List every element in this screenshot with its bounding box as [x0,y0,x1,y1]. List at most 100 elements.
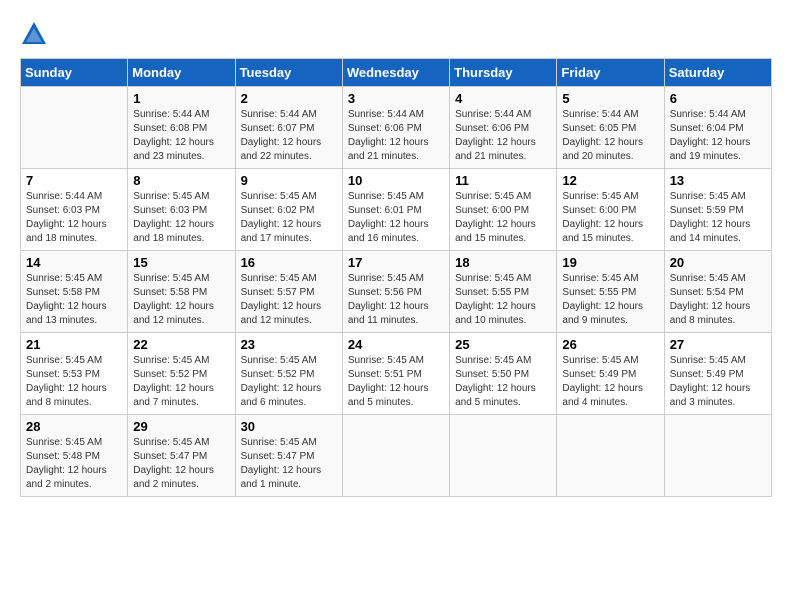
day-info: Sunrise: 5:45 AM Sunset: 5:55 PM Dayligh… [455,272,551,328]
day-info: Sunrise: 5:45 AM Sunset: 5:48 PM Dayligh… [26,436,122,492]
day-cell: 27 Sunrise: 5:45 AM Sunset: 5:49 PM Dayli… [664,333,771,415]
day-info: Sunrise: 5:45 AM Sunset: 6:02 PM Dayligh… [241,190,337,246]
day-number: 3 [348,91,444,106]
day-cell: 20 Sunrise: 5:45 AM Sunset: 5:54 PM Dayli… [664,251,771,333]
day-info: Sunrise: 5:45 AM Sunset: 5:52 PM Dayligh… [133,354,229,410]
day-info: Sunrise: 5:45 AM Sunset: 5:49 PM Dayligh… [562,354,658,410]
weekday-header-saturday: Saturday [664,59,771,87]
day-info: Sunrise: 5:45 AM Sunset: 6:00 PM Dayligh… [562,190,658,246]
page-header [20,20,772,48]
day-cell [450,415,557,497]
day-number: 22 [133,337,229,352]
day-info: Sunrise: 5:44 AM Sunset: 6:05 PM Dayligh… [562,108,658,164]
day-number: 15 [133,255,229,270]
day-info: Sunrise: 5:45 AM Sunset: 5:47 PM Dayligh… [241,436,337,492]
day-cell: 28 Sunrise: 5:45 AM Sunset: 5:48 PM Dayli… [21,415,128,497]
day-number: 7 [26,173,122,188]
day-number: 21 [26,337,122,352]
day-number: 10 [348,173,444,188]
day-cell [21,87,128,169]
weekday-header-sunday: Sunday [21,59,128,87]
logo [20,20,52,48]
day-cell: 2 Sunrise: 5:44 AM Sunset: 6:07 PM Daylig… [235,87,342,169]
day-cell: 17 Sunrise: 5:45 AM Sunset: 5:56 PM Dayli… [342,251,449,333]
logo-icon [20,20,48,48]
weekday-header-tuesday: Tuesday [235,59,342,87]
day-cell: 3 Sunrise: 5:44 AM Sunset: 6:06 PM Daylig… [342,87,449,169]
day-info: Sunrise: 5:44 AM Sunset: 6:06 PM Dayligh… [348,108,444,164]
day-cell: 24 Sunrise: 5:45 AM Sunset: 5:51 PM Dayli… [342,333,449,415]
day-cell: 5 Sunrise: 5:44 AM Sunset: 6:05 PM Daylig… [557,87,664,169]
day-number: 23 [241,337,337,352]
day-number: 20 [670,255,766,270]
weekday-header-friday: Friday [557,59,664,87]
day-cell: 11 Sunrise: 5:45 AM Sunset: 6:00 PM Dayli… [450,169,557,251]
day-number: 19 [562,255,658,270]
day-info: Sunrise: 5:45 AM Sunset: 5:54 PM Dayligh… [670,272,766,328]
day-number: 1 [133,91,229,106]
day-cell: 16Sunrise: 5:45 AM Sunset: 5:57 PM Dayli… [235,251,342,333]
day-cell: 29 Sunrise: 5:45 AM Sunset: 5:47 PM Dayli… [128,415,235,497]
day-cell: 30Sunrise: 5:45 AM Sunset: 5:47 PM Dayli… [235,415,342,497]
day-info: Sunrise: 5:45 AM Sunset: 5:56 PM Dayligh… [348,272,444,328]
week-row-1: 1 Sunrise: 5:44 AM Sunset: 6:08 PM Daylig… [21,87,772,169]
day-info: Sunrise: 5:44 AM Sunset: 6:07 PM Dayligh… [241,108,337,164]
day-number: 28 [26,419,122,434]
weekday-header-thursday: Thursday [450,59,557,87]
day-number: 12 [562,173,658,188]
day-cell: 21 Sunrise: 5:45 AM Sunset: 5:53 PM Dayli… [21,333,128,415]
week-row-5: 28 Sunrise: 5:45 AM Sunset: 5:48 PM Dayli… [21,415,772,497]
day-number: 14 [26,255,122,270]
day-info: Sunrise: 5:45 AM Sunset: 5:51 PM Dayligh… [348,354,444,410]
day-number: 17 [348,255,444,270]
day-info: Sunrise: 5:44 AM Sunset: 6:03 PM Dayligh… [26,190,122,246]
day-info: Sunrise: 5:45 AM Sunset: 5:58 PM Dayligh… [26,272,122,328]
day-info: Sunrise: 5:45 AM Sunset: 5:59 PM Dayligh… [670,190,766,246]
day-cell [557,415,664,497]
day-cell: 18Sunrise: 5:45 AM Sunset: 5:55 PM Dayli… [450,251,557,333]
day-info: Sunrise: 5:45 AM Sunset: 5:55 PM Dayligh… [562,272,658,328]
week-row-2: 7 Sunrise: 5:44 AM Sunset: 6:03 PM Daylig… [21,169,772,251]
day-cell: 25Sunrise: 5:45 AM Sunset: 5:50 PM Dayli… [450,333,557,415]
day-info: Sunrise: 5:45 AM Sunset: 6:00 PM Dayligh… [455,190,551,246]
day-cell: 10 Sunrise: 5:45 AM Sunset: 6:01 PM Dayli… [342,169,449,251]
day-info: Sunrise: 5:45 AM Sunset: 6:03 PM Dayligh… [133,190,229,246]
day-number: 29 [133,419,229,434]
day-cell: 8 Sunrise: 5:45 AM Sunset: 6:03 PM Daylig… [128,169,235,251]
day-number: 11 [455,173,551,188]
day-number: 4 [455,91,551,106]
day-info: Sunrise: 5:44 AM Sunset: 6:08 PM Dayligh… [133,108,229,164]
day-info: Sunrise: 5:45 AM Sunset: 5:47 PM Dayligh… [133,436,229,492]
day-info: Sunrise: 5:45 AM Sunset: 6:01 PM Dayligh… [348,190,444,246]
day-number: 27 [670,337,766,352]
day-number: 24 [348,337,444,352]
day-info: Sunrise: 5:45 AM Sunset: 5:57 PM Dayligh… [241,272,337,328]
day-cell: 6Sunrise: 5:44 AM Sunset: 6:04 PM Daylig… [664,87,771,169]
day-info: Sunrise: 5:45 AM Sunset: 5:49 PM Dayligh… [670,354,766,410]
day-info: Sunrise: 5:45 AM Sunset: 5:53 PM Dayligh… [26,354,122,410]
day-cell [342,415,449,497]
day-number: 9 [241,173,337,188]
day-number: 2 [241,91,337,106]
day-cell: 26 Sunrise: 5:45 AM Sunset: 5:49 PM Dayli… [557,333,664,415]
calendar-table: SundayMondayTuesdayWednesdayThursdayFrid… [20,58,772,497]
day-number: 6 [670,91,766,106]
week-row-3: 14 Sunrise: 5:45 AM Sunset: 5:58 PM Dayli… [21,251,772,333]
day-cell: 9 Sunrise: 5:45 AM Sunset: 6:02 PM Daylig… [235,169,342,251]
weekday-header-wednesday: Wednesday [342,59,449,87]
day-cell: 7 Sunrise: 5:44 AM Sunset: 6:03 PM Daylig… [21,169,128,251]
day-number: 26 [562,337,658,352]
day-info: Sunrise: 5:44 AM Sunset: 6:06 PM Dayligh… [455,108,551,164]
day-cell: 15Sunrise: 5:45 AM Sunset: 5:58 PM Dayli… [128,251,235,333]
weekday-header-monday: Monday [128,59,235,87]
day-number: 8 [133,173,229,188]
day-number: 13 [670,173,766,188]
day-cell [664,415,771,497]
day-info: Sunrise: 5:45 AM Sunset: 5:50 PM Dayligh… [455,354,551,410]
day-cell: 19 Sunrise: 5:45 AM Sunset: 5:55 PM Dayli… [557,251,664,333]
day-cell: 4 Sunrise: 5:44 AM Sunset: 6:06 PM Daylig… [450,87,557,169]
day-number: 5 [562,91,658,106]
day-cell: 12 Sunrise: 5:45 AM Sunset: 6:00 PM Dayli… [557,169,664,251]
day-cell: 22 Sunrise: 5:45 AM Sunset: 5:52 PM Dayli… [128,333,235,415]
week-row-4: 21 Sunrise: 5:45 AM Sunset: 5:53 PM Dayli… [21,333,772,415]
